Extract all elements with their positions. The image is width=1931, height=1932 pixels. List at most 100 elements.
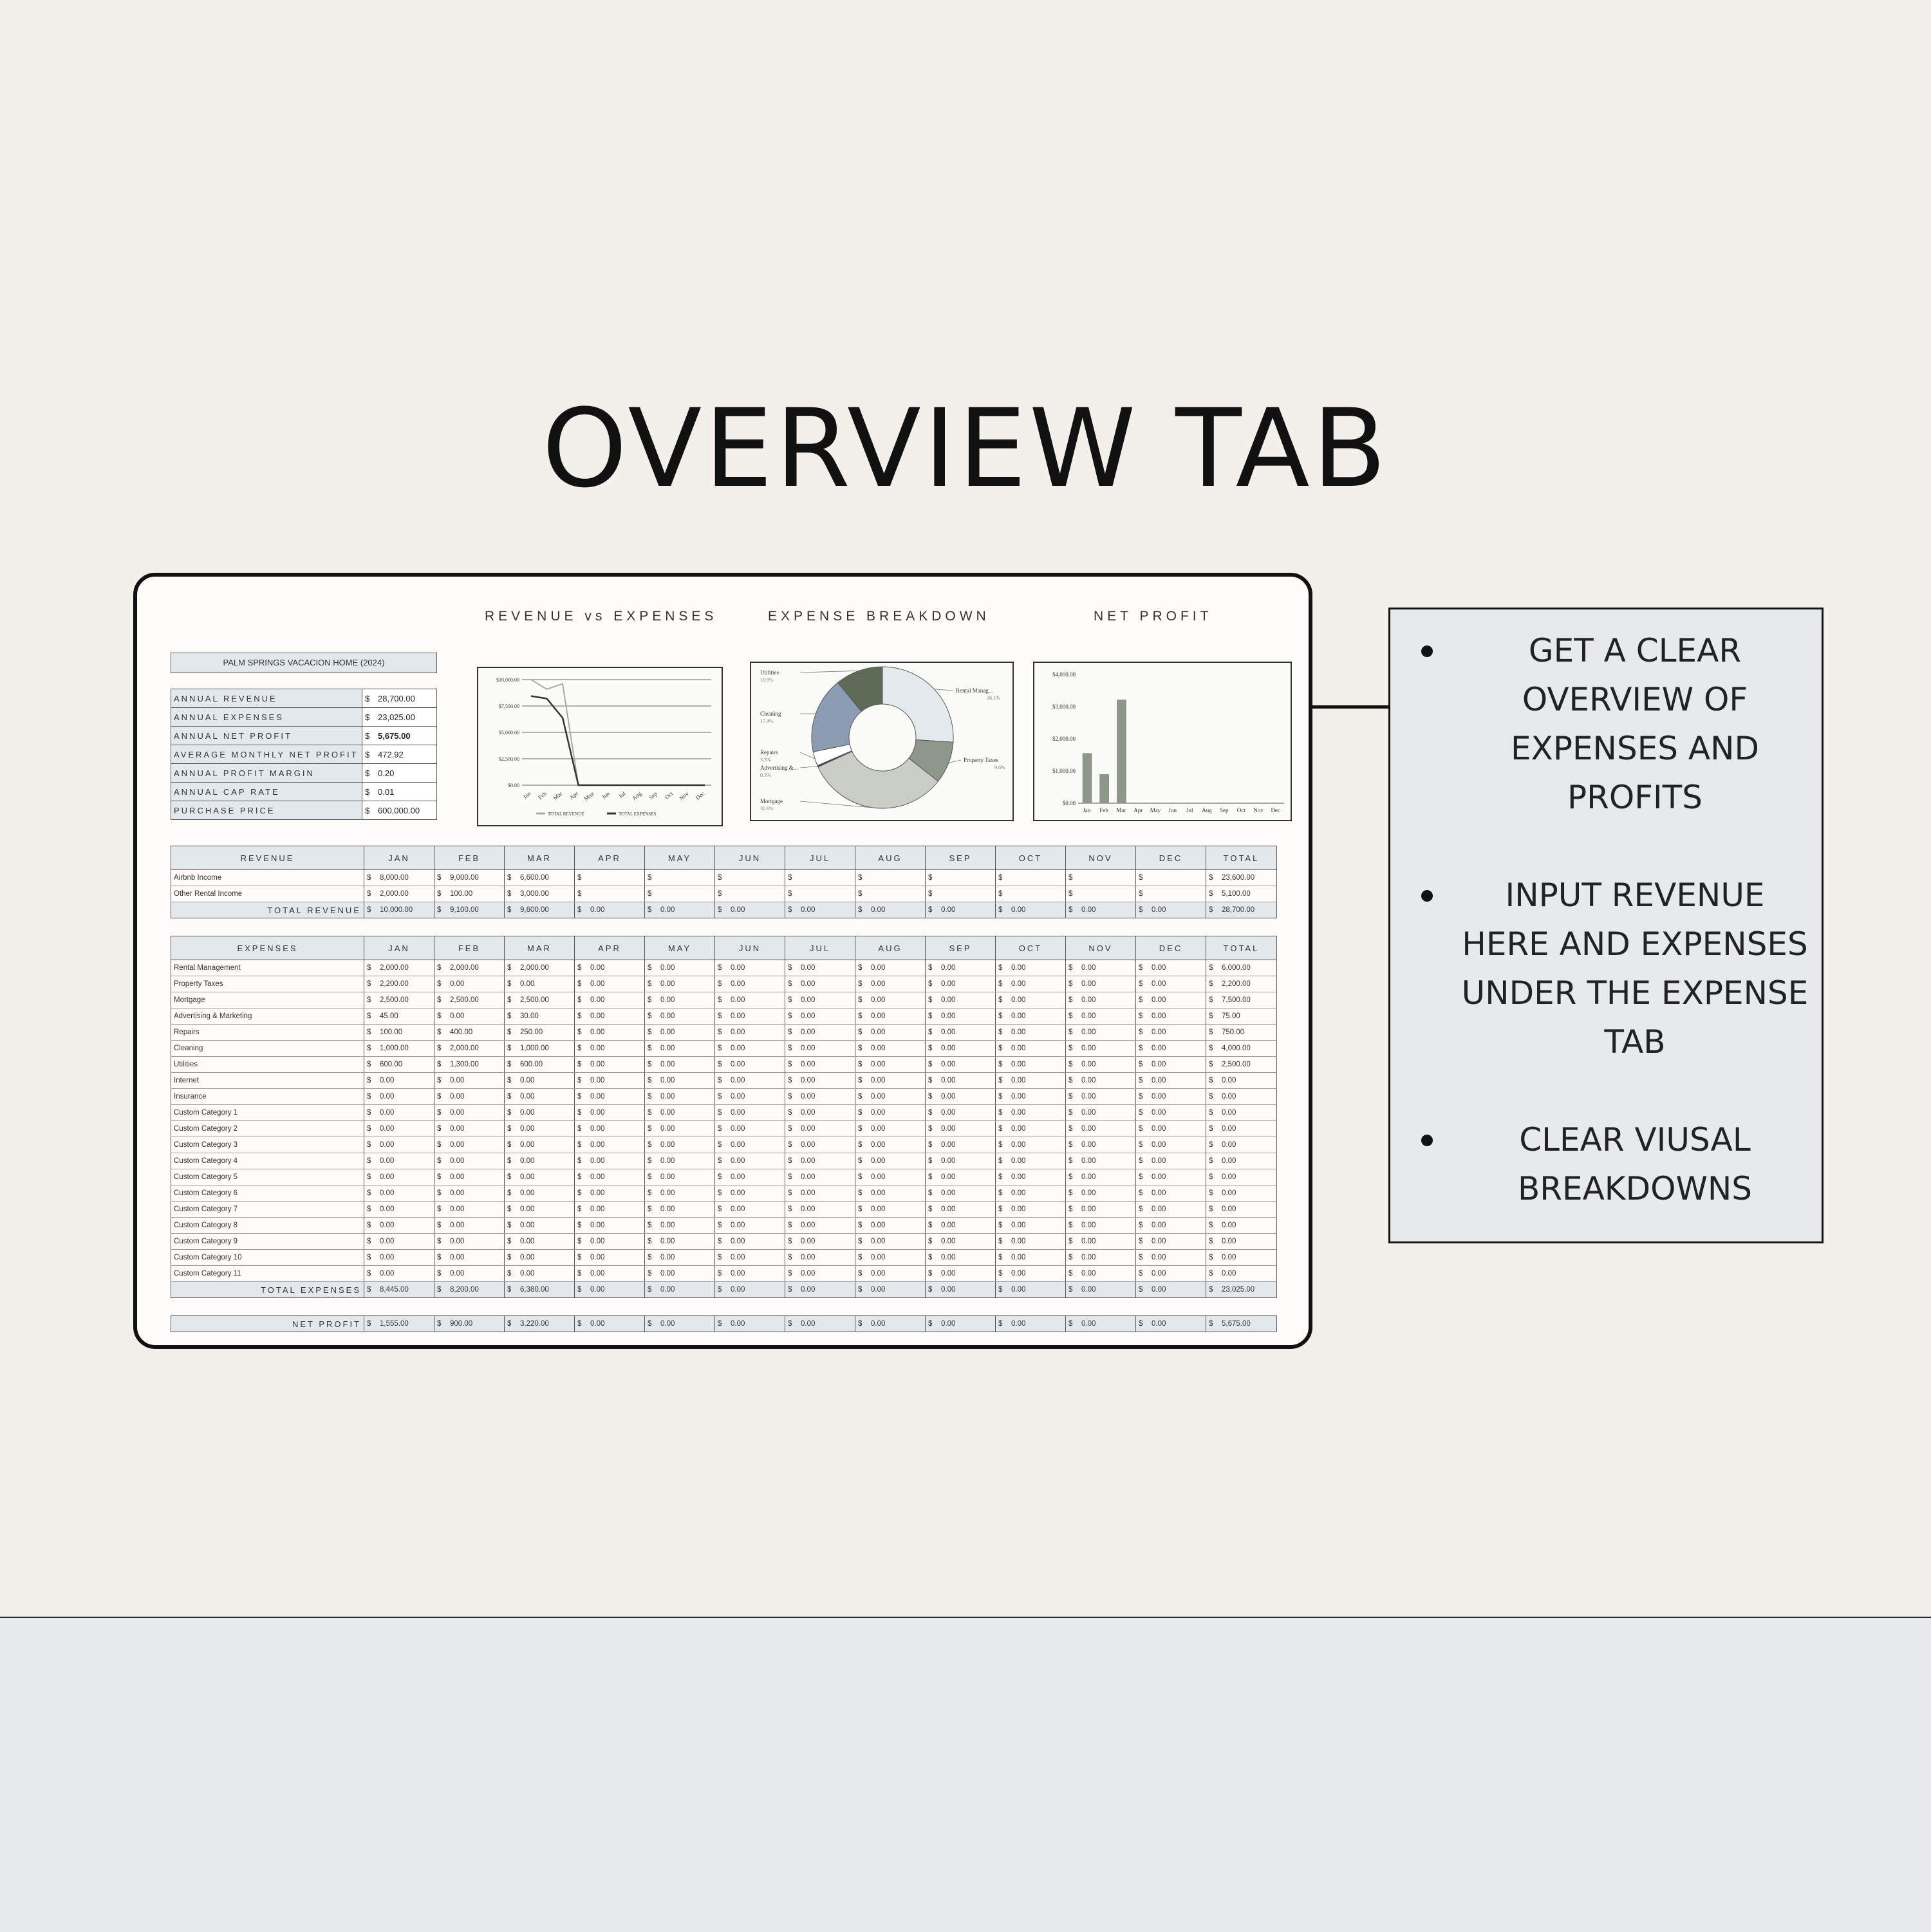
month-cell[interactable]: $0.00 (855, 1217, 926, 1234)
month-cell[interactable]: $0.00 (1135, 1008, 1206, 1025)
month-cell[interactable]: $2,000.00 (434, 960, 505, 976)
month-cell[interactable]: $0.00 (855, 976, 926, 992)
month-cell[interactable]: $0.00 (364, 1137, 434, 1153)
month-cell[interactable]: $0.00 (644, 1153, 715, 1169)
month-cell[interactable]: $0.00 (1135, 1315, 1206, 1332)
month-cell[interactable]: $0.00 (644, 960, 715, 976)
row-total-cell[interactable]: $2,200.00 (1206, 976, 1277, 992)
month-cell[interactable]: $0.00 (1065, 1249, 1136, 1266)
month-cell[interactable]: $0.00 (785, 1281, 855, 1298)
month-cell[interactable]: $0.00 (1135, 1201, 1206, 1218)
month-cell[interactable]: $ (1135, 869, 1206, 886)
month-cell[interactable]: $0.00 (855, 1056, 926, 1073)
month-cell[interactable]: $0.00 (855, 1201, 926, 1218)
month-cell[interactable]: $0.00 (714, 1169, 785, 1185)
month-cell[interactable]: $0.00 (1065, 1040, 1136, 1057)
month-cell[interactable]: $0.00 (1065, 1137, 1136, 1153)
month-cell[interactable]: $0.00 (364, 1072, 434, 1089)
month-cell[interactable]: $0.00 (785, 1120, 855, 1137)
month-cell[interactable]: $0.00 (995, 1104, 1066, 1121)
month-cell[interactable]: $0.00 (855, 902, 926, 918)
month-cell[interactable]: $0.00 (785, 1185, 855, 1202)
month-cell[interactable]: $30.00 (504, 1008, 575, 1025)
month-cell[interactable]: $0.00 (855, 1169, 926, 1185)
month-cell[interactable]: $ (574, 869, 645, 886)
month-cell[interactable]: $0.00 (785, 976, 855, 992)
month-cell[interactable]: $0.00 (1065, 1088, 1136, 1105)
month-cell[interactable]: $0.00 (925, 1040, 996, 1057)
month-cell[interactable]: $9,600.00 (504, 902, 575, 918)
month-cell[interactable]: $ (644, 869, 715, 886)
month-cell[interactable]: $0.00 (1135, 976, 1206, 992)
month-cell[interactable]: $0.00 (574, 992, 645, 1008)
month-cell[interactable]: $0.00 (855, 1072, 926, 1089)
month-cell[interactable]: $8,445.00 (364, 1281, 434, 1298)
month-cell[interactable]: $0.00 (925, 1281, 996, 1298)
month-cell[interactable]: $0.00 (644, 992, 715, 1008)
month-cell[interactable]: $0.00 (504, 1249, 575, 1266)
month-cell[interactable]: $0.00 (1135, 1056, 1206, 1073)
month-cell[interactable]: $250.00 (504, 1024, 575, 1041)
month-cell[interactable]: $0.00 (714, 1249, 785, 1266)
month-cell[interactable]: $0.00 (995, 1233, 1066, 1250)
month-cell[interactable]: $0.00 (644, 1233, 715, 1250)
month-cell[interactable]: $0.00 (714, 976, 785, 992)
month-cell[interactable]: $0.00 (504, 1153, 575, 1169)
month-cell[interactable]: $0.00 (364, 1104, 434, 1121)
month-cell[interactable]: $0.00 (995, 1201, 1066, 1218)
month-cell[interactable]: $0.00 (644, 1185, 715, 1202)
month-cell[interactable]: $0.00 (1135, 1104, 1206, 1121)
month-cell[interactable]: $0.00 (644, 1249, 715, 1266)
row-total-cell[interactable]: $0.00 (1206, 1137, 1277, 1153)
month-cell[interactable]: $0.00 (1135, 1137, 1206, 1153)
month-cell[interactable]: $0.00 (434, 1217, 505, 1234)
month-cell[interactable]: $0.00 (714, 1201, 785, 1218)
month-cell[interactable]: $ (1135, 886, 1206, 902)
month-cell[interactable]: $0.00 (574, 960, 645, 976)
month-cell[interactable]: $8,000.00 (364, 869, 434, 886)
month-cell[interactable]: $0.00 (1135, 1153, 1206, 1169)
row-total-cell[interactable]: $750.00 (1206, 1024, 1277, 1041)
row-total-cell[interactable]: $0.00 (1206, 1265, 1277, 1282)
month-cell[interactable]: $0.00 (925, 992, 996, 1008)
month-cell[interactable]: $0.00 (714, 1104, 785, 1121)
month-cell[interactable]: $0.00 (434, 1104, 505, 1121)
month-cell[interactable]: $0.00 (925, 1072, 996, 1089)
month-cell[interactable]: $0.00 (925, 1088, 996, 1105)
month-cell[interactable]: $0.00 (925, 1104, 996, 1121)
month-cell[interactable]: $0.00 (1065, 1265, 1136, 1282)
month-cell[interactable]: $0.00 (995, 1315, 1066, 1332)
month-cell[interactable]: $0.00 (574, 1265, 645, 1282)
month-cell[interactable]: $0.00 (574, 1137, 645, 1153)
month-cell[interactable]: $0.00 (785, 992, 855, 1008)
month-cell[interactable]: $0.00 (785, 1233, 855, 1250)
month-cell[interactable]: $0.00 (855, 1137, 926, 1153)
month-cell[interactable]: $0.00 (855, 1281, 926, 1298)
summary-value[interactable]: $600,000.00 (362, 801, 437, 820)
month-cell[interactable]: $0.00 (1065, 902, 1136, 918)
month-cell[interactable]: $8,200.00 (434, 1281, 505, 1298)
month-cell[interactable]: $0.00 (995, 1088, 1066, 1105)
month-cell[interactable]: $0.00 (644, 1072, 715, 1089)
month-cell[interactable]: $0.00 (504, 1072, 575, 1089)
month-cell[interactable]: $ (995, 869, 1066, 886)
month-cell[interactable]: $0.00 (1135, 960, 1206, 976)
row-total-cell[interactable]: $5,100.00 (1206, 886, 1277, 902)
month-cell[interactable]: $0.00 (714, 1120, 785, 1137)
month-cell[interactable]: $2,500.00 (364, 992, 434, 1008)
month-cell[interactable]: $0.00 (714, 1217, 785, 1234)
month-cell[interactable]: $0.00 (785, 1169, 855, 1185)
month-cell[interactable]: $0.00 (644, 1104, 715, 1121)
month-cell[interactable]: $0.00 (785, 1315, 855, 1332)
row-total-cell[interactable]: $4,000.00 (1206, 1040, 1277, 1057)
month-cell[interactable]: $1,000.00 (504, 1040, 575, 1057)
month-cell[interactable]: $0.00 (1065, 1024, 1136, 1041)
month-cell[interactable]: $0.00 (644, 1040, 715, 1057)
month-cell[interactable]: $0.00 (504, 1233, 575, 1250)
month-cell[interactable]: $0.00 (785, 1137, 855, 1153)
month-cell[interactable]: $0.00 (855, 1233, 926, 1250)
month-cell[interactable]: $0.00 (995, 1040, 1066, 1057)
month-cell[interactable]: $0.00 (1065, 992, 1136, 1008)
month-cell[interactable]: $0.00 (434, 1233, 505, 1250)
month-cell[interactable]: $0.00 (574, 902, 645, 918)
